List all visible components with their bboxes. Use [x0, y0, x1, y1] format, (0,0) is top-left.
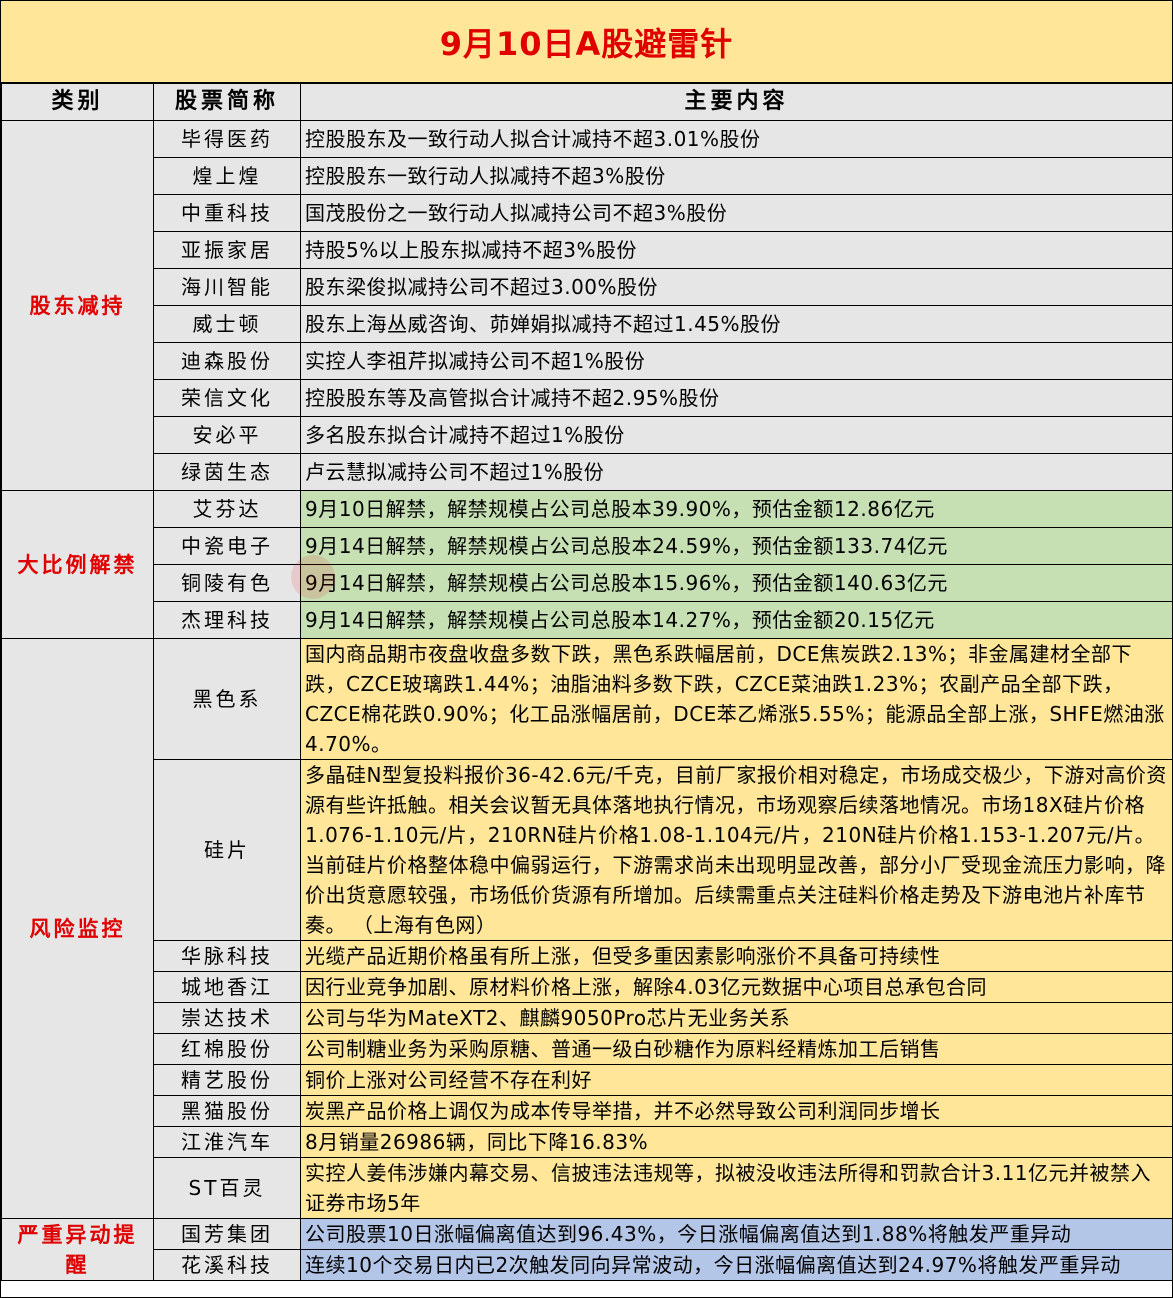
content-cell: 控股股东及一致行动人拟合计减持不超3.01%股份: [300, 120, 1173, 158]
content-cell: 国内商品期市夜盘收盘多数下跌，黑色系跌幅居前，DCE焦炭跌2.13%；非金属建材…: [300, 638, 1173, 760]
table-row: ST百灵 实控人姜伟涉嫌内幕交易、信披违法违规等，拟被没收违法所得和罚款合计3.…: [2, 1157, 1173, 1219]
table-row: 煌上煌 控股股东一致行动人拟减持不超3%股份: [2, 157, 1173, 195]
stock-name: 国芳集团: [153, 1218, 301, 1250]
content-cell: 铜价上涨对公司经营不存在利好: [300, 1064, 1173, 1096]
stock-name: 黑色系: [153, 638, 301, 760]
content-cell: 持股5%以上股东拟减持不超3%股份: [300, 231, 1173, 269]
content-cell: 实控人姜伟涉嫌内幕交易、信披违法违规等，拟被没收违法所得和罚款合计3.11亿元并…: [300, 1157, 1173, 1219]
sheet: 9月10日A股避雷针 类别 股票简称 主要内容 股东减持 毕得医药 控股股东及一…: [0, 0, 1173, 1298]
table-row: 绿茵生态 卢云慧拟减持公司不超过1%股份: [2, 453, 1173, 491]
stock-name: 黑猫股份: [153, 1095, 301, 1127]
table-row: 中重科技 国茂股份之一致行动人拟减持公司不超3%股份: [2, 194, 1173, 232]
content-cell: 卢云慧拟减持公司不超过1%股份: [300, 453, 1173, 491]
table-row: 中瓷电子 9月14日解禁，解禁规模占公司总股本24.59%，预估金额133.74…: [2, 527, 1173, 565]
table-row: 华脉科技 光缆产品近期价格虽有所上涨，但受多重因素影响涨价不具备可持续性: [2, 940, 1173, 972]
content-cell: 股东梁俊拟减持公司不超过3.00%股份: [300, 268, 1173, 306]
content-cell: 公司股票10日涨幅偏离值达到96.43%，今日涨幅偏离值达到1.88%将触发严重…: [300, 1218, 1173, 1250]
table-row: 亚振家居 持股5%以上股东拟减持不超3%股份: [2, 231, 1173, 269]
header-content: 主要内容: [300, 83, 1173, 121]
table-row: 红棉股份 公司制糖业务为采购原糖、普通一级白砂糖作为原料经精炼加工后销售: [2, 1033, 1173, 1065]
stock-name: 煌上煌: [153, 157, 301, 195]
content-cell: 多名股东拟合计减持不超过1%股份: [300, 416, 1173, 454]
content-cell: 公司制糖业务为采购原糖、普通一级白砂糖作为原料经精炼加工后销售: [300, 1033, 1173, 1065]
content-cell: 9月14日解禁，解禁规模占公司总股本24.59%，预估金额133.74亿元: [300, 527, 1173, 565]
table-row: 大比例解禁 艾芬达 9月10日解禁，解禁规模占公司总股本39.90%，预估金额1…: [1, 490, 1173, 639]
table-row: 严重异动提醒 国芳集团 公司股票10日涨幅偏离值达到96.43%，今日涨幅偏离值…: [1, 1218, 1173, 1281]
content-cell: 8月销量26986辆，同比下降16.83%: [300, 1126, 1173, 1158]
table-row: 风险监控 黑色系 国内商品期市夜盘收盘多数下跌，黑色系跌幅居前，DCE焦炭跌2.…: [1, 638, 1173, 1219]
content-cell: 实控人李祖芹拟减持公司不超1%股份: [300, 342, 1173, 380]
header-stock: 股票简称: [153, 83, 301, 121]
table-row: 威士顿 股东上海丛威咨询、茆婵娟拟减持不超过1.45%股份: [2, 305, 1173, 343]
stock-name: 红棉股份: [153, 1033, 301, 1065]
table-row: 精艺股份 铜价上涨对公司经营不存在利好: [2, 1064, 1173, 1096]
stock-name: 崇达技术: [153, 1002, 301, 1034]
table-row: 安必平 多名股东拟合计减持不超过1%股份: [2, 416, 1173, 454]
stock-name: 荣信文化: [153, 379, 301, 417]
stock-name: 江淮汽车: [153, 1126, 301, 1158]
table-row: 铜陵有色 9月14日解禁，解禁规模占公司总股本15.96%，预估金额140.63…: [2, 564, 1173, 602]
stock-name: 安必平: [153, 416, 301, 454]
table-row: 杰理科技 9月14日解禁，解禁规模占公司总股本14.27%，预估金额20.15亿…: [2, 601, 1173, 639]
table-row: 迪森股份 实控人李祖芹拟减持公司不超1%股份: [2, 342, 1173, 380]
content-cell: 国茂股份之一致行动人拟减持公司不超3%股份: [300, 194, 1173, 232]
content-cell: 9月10日解禁，解禁规模占公司总股本39.90%，预估金额12.86亿元: [300, 490, 1173, 528]
content-cell: 连续10个交易日内已2次触发同向异常波动，今日涨幅偏离值达到24.97%将触发严…: [300, 1249, 1173, 1281]
stock-name: 花溪科技: [153, 1249, 301, 1281]
content-cell: 股东上海丛威咨询、茆婵娟拟减持不超过1.45%股份: [300, 305, 1173, 343]
stock-name: ST百灵: [153, 1157, 301, 1219]
stock-name: 毕得医药: [153, 120, 301, 158]
header-row: 类别 股票简称 主要内容: [1, 83, 1173, 121]
category-cell: 股东减持: [1, 120, 154, 491]
stock-name: 海川智能: [153, 268, 301, 306]
table-row: 花溪科技 连续10个交易日内已2次触发同向异常波动，今日涨幅偏离值达到24.97…: [2, 1249, 1173, 1281]
table-row: 黑猫股份 炭黑产品价格上调仅为成本传导举措，并不必然导致公司利润同步增长: [2, 1095, 1173, 1127]
stock-name: 中瓷电子: [153, 527, 301, 565]
data-table: 类别 股票简称 主要内容 股东减持 毕得医药 控股股东及一致行动人拟合计减持不超…: [1, 83, 1173, 1281]
table-row: 崇达技术 公司与华为MateXT2、麒麟9050Pro芯片无业务关系: [2, 1002, 1173, 1034]
stock-name: 威士顿: [153, 305, 301, 343]
page-title: 9月10日A股避雷针: [1, 1, 1172, 83]
stock-name: 迪森股份: [153, 342, 301, 380]
content-cell: 控股股东等及高管拟合计减持不超2.95%股份: [300, 379, 1173, 417]
category-cell: 大比例解禁: [1, 490, 154, 639]
table-row: 硅片 多晶硅N型复投料报价36-42.6元/千克，目前厂家报价相对稳定，市场成交…: [2, 759, 1173, 941]
table-row: 荣信文化 控股股东等及高管拟合计减持不超2.95%股份: [2, 379, 1173, 417]
content-cell: 因行业竞争加剧、原材料价格上涨，解除4.03亿元数据中心项目总承包合同: [300, 971, 1173, 1003]
content-cell: 炭黑产品价格上调仅为成本传导举措，并不必然导致公司利润同步增长: [300, 1095, 1173, 1127]
stock-name: 绿茵生态: [153, 453, 301, 491]
table-row: 城地香江 因行业竞争加剧、原材料价格上涨，解除4.03亿元数据中心项目总承包合同: [2, 971, 1173, 1003]
stock-name: 精艺股份: [153, 1064, 301, 1096]
category-cell: 风险监控: [1, 638, 154, 1219]
stock-name: 艾芬达: [153, 490, 301, 528]
stock-name: 城地香江: [153, 971, 301, 1003]
category-cell: 严重异动提醒: [1, 1218, 154, 1281]
stock-name: 中重科技: [153, 194, 301, 232]
stock-name: 亚振家居: [153, 231, 301, 269]
header-category: 类别: [1, 83, 154, 121]
content-cell: 控股股东一致行动人拟减持不超3%股份: [300, 157, 1173, 195]
content-cell: 公司与华为MateXT2、麒麟9050Pro芯片无业务关系: [300, 1002, 1173, 1034]
content-cell: 9月14日解禁，解禁规模占公司总股本15.96%，预估金额140.63亿元: [300, 564, 1173, 602]
stock-name: 华脉科技: [153, 940, 301, 972]
stock-name: 硅片: [153, 759, 301, 941]
table-row: 股东减持 毕得医药 控股股东及一致行动人拟合计减持不超3.01%股份: [1, 120, 1173, 491]
table-row: 海川智能 股东梁俊拟减持公司不超过3.00%股份: [2, 268, 1173, 306]
stock-name: 杰理科技: [153, 601, 301, 639]
table-row: 江淮汽车 8月销量26986辆，同比下降16.83%: [2, 1126, 1173, 1158]
content-cell: 光缆产品近期价格虽有所上涨，但受多重因素影响涨价不具备可持续性: [300, 940, 1173, 972]
stock-name: 铜陵有色: [153, 564, 301, 602]
content-cell: 9月14日解禁，解禁规模占公司总股本14.27%，预估金额20.15亿元: [300, 601, 1173, 639]
content-cell: 多晶硅N型复投料报价36-42.6元/千克，目前厂家报价相对稳定，市场成交极少，…: [300, 759, 1173, 941]
